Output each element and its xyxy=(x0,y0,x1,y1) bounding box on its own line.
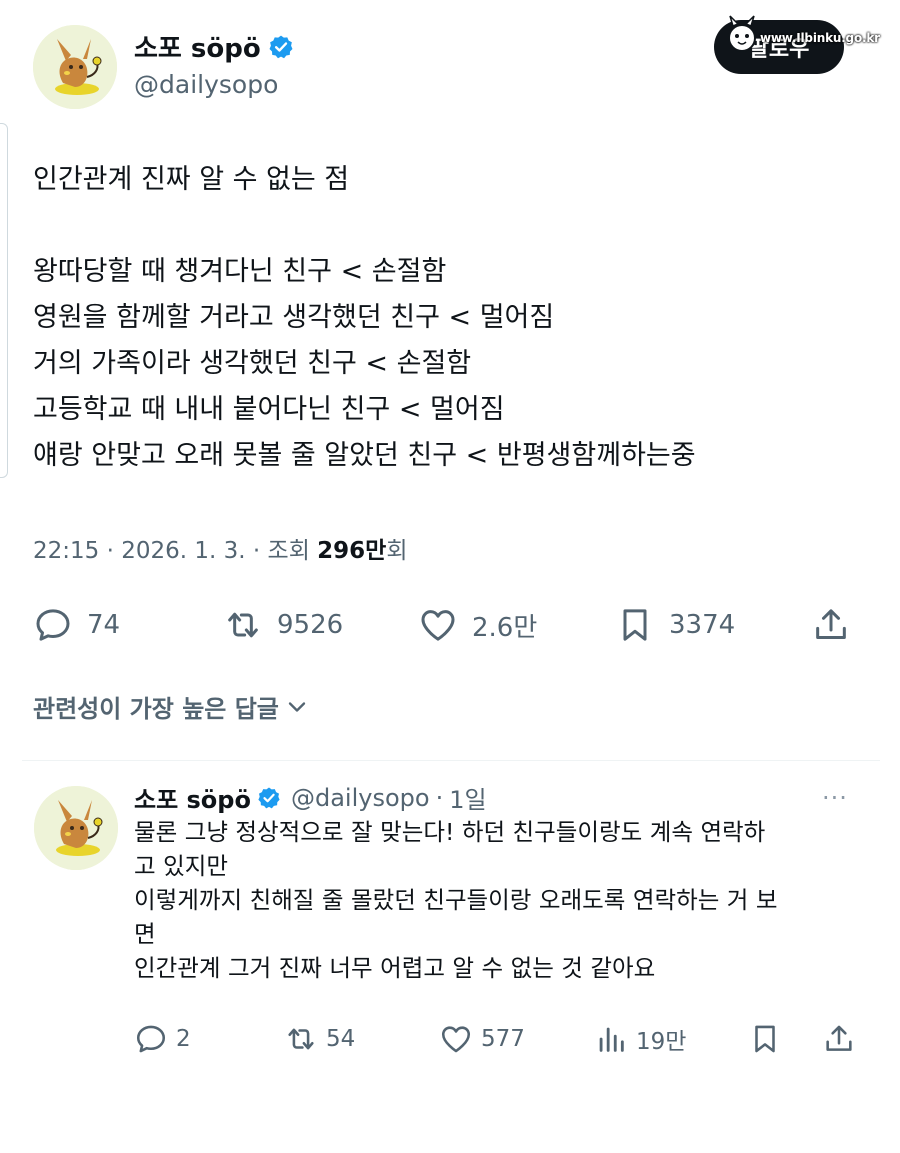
reply-reply-button[interactable]: 2 xyxy=(134,1017,191,1061)
reply-icon xyxy=(136,1025,166,1053)
more-options-icon[interactable]: ··· xyxy=(822,784,848,812)
tweet-line: 고등학교 때 내내 붙어다닌 친구 < 멀어짐 xyxy=(33,394,505,425)
bookmark-button[interactable]: 3374 xyxy=(615,600,735,650)
bookmark-icon xyxy=(623,609,647,641)
raichu-avatar-image xyxy=(33,25,117,109)
raichu-avatar-image xyxy=(34,786,118,870)
reply-author-handle[interactable]: @dailysopo xyxy=(291,784,430,812)
author-handle[interactable]: @dailysopo xyxy=(134,70,278,99)
replies-sort-dropdown[interactable]: 관련성이 가장 높은 답글 xyxy=(33,689,311,724)
share-icon xyxy=(816,609,846,639)
views-chart-icon xyxy=(599,1027,624,1052)
scroll-tab xyxy=(0,123,8,478)
views-count: 296만 xyxy=(317,538,387,564)
reply-like-button[interactable]: 577 xyxy=(439,1017,525,1061)
reply-views-count: 19만 xyxy=(636,1029,687,1055)
retweet-count: 9526 xyxy=(277,610,344,640)
author-name[interactable]: 소포 söpö xyxy=(134,28,294,65)
tweet-line: 인간관계 진짜 알 수 없는 점 xyxy=(33,164,350,195)
tweet-text: 인간관계 진짜 알 수 없는 점 왕따당할 때 챙겨다닌 친구 < 손절함 영원… xyxy=(33,157,873,479)
reply-line: 면 xyxy=(134,920,156,948)
like-count: 2.6만 xyxy=(472,612,538,643)
reply-author-avatar[interactable] xyxy=(34,786,118,870)
reply-share-button[interactable] xyxy=(822,1017,856,1061)
verified-badge-icon xyxy=(258,787,280,808)
reply-line: 이렇게까지 친해질 줄 몰랐던 친구들이랑 오래도록 연락하는 거 보 xyxy=(134,886,778,914)
verified-badge-icon xyxy=(269,35,293,58)
reply-age[interactable]: 1일 xyxy=(449,780,486,815)
reply-action-bar: 2 54 577 19만 xyxy=(134,1017,864,1061)
chevron-down-icon xyxy=(288,701,306,712)
tweet-date[interactable]: 2026. 1. 3. xyxy=(121,538,245,564)
views-label: 조회 xyxy=(267,538,310,564)
reply-like-count: 577 xyxy=(481,1026,525,1052)
views-suffix: 회 xyxy=(386,538,408,564)
author-display-name: 소포 söpö xyxy=(134,34,261,64)
bookmark-icon xyxy=(755,1025,775,1053)
reply-count: 74 xyxy=(87,610,121,640)
meta-separator: · xyxy=(252,538,268,564)
reply-separator: · xyxy=(435,783,444,812)
tweet-line: 왕따당할 때 챙겨다닌 친구 < 손절함 xyxy=(33,256,447,287)
tweet-line: 영원을 함께할 거라고 생각했던 친구 < 멀어짐 xyxy=(33,302,555,333)
like-icon xyxy=(441,1026,471,1053)
retweet-icon xyxy=(228,612,258,638)
bookmark-count: 3374 xyxy=(669,610,736,640)
author-avatar[interactable] xyxy=(33,25,117,109)
reply-line: 인간관계 그거 진짜 너무 어렵고 알 수 없는 것 같아요 xyxy=(134,954,656,982)
tweet-line: 거의 가족이라 생각했던 친구 < 손절함 xyxy=(33,348,472,379)
meta-separator: · xyxy=(106,538,122,564)
reply-author-name[interactable]: 소포 söpö xyxy=(134,780,251,815)
tweet-line: 얘랑 안맞고 오래 못볼 줄 알았던 친구 < 반평생함께하는중 xyxy=(33,440,696,471)
retweet-button[interactable]: 9526 xyxy=(223,600,343,650)
like-icon xyxy=(421,610,455,641)
tweet-action-bar: 74 9526 2.6만 3374 xyxy=(33,600,853,650)
share-icon xyxy=(826,1025,852,1051)
tweet-time[interactable]: 22:15 xyxy=(33,538,99,564)
reply-line: 물론 그냥 정상적으로 잘 맞는다! 하던 친구들이랑도 계속 연락하 xyxy=(134,818,766,846)
reply-icon xyxy=(36,609,70,641)
reply-line: 고 있지만 xyxy=(134,852,228,880)
reply-header: 소포 söpö @dailysopo · 1일 xyxy=(134,780,487,815)
like-button[interactable]: 2.6만 xyxy=(418,600,537,650)
share-button[interactable] xyxy=(811,600,851,650)
reply-views-button[interactable]: 19만 xyxy=(594,1017,686,1061)
retweet-icon xyxy=(288,1028,314,1050)
reply-button[interactable]: 74 xyxy=(33,600,120,650)
reply-retweet-count: 54 xyxy=(326,1026,356,1052)
reply-text: 물론 그냥 정상적으로 잘 맞는다! 하던 친구들이랑도 계속 연락하 고 있지… xyxy=(134,815,874,985)
reply-reply-count: 2 xyxy=(176,1026,191,1052)
reply-retweet-button[interactable]: 54 xyxy=(284,1017,355,1061)
divider xyxy=(22,760,880,761)
reply-bookmark-button[interactable] xyxy=(748,1017,782,1061)
tweet-meta: 22:15 · 2026. 1. 3. · 조회 296만회 xyxy=(33,531,408,565)
replies-sort-label: 관련성이 가장 높은 답글 xyxy=(33,695,279,723)
follow-button[interactable]: 팔로우 xyxy=(714,20,844,74)
